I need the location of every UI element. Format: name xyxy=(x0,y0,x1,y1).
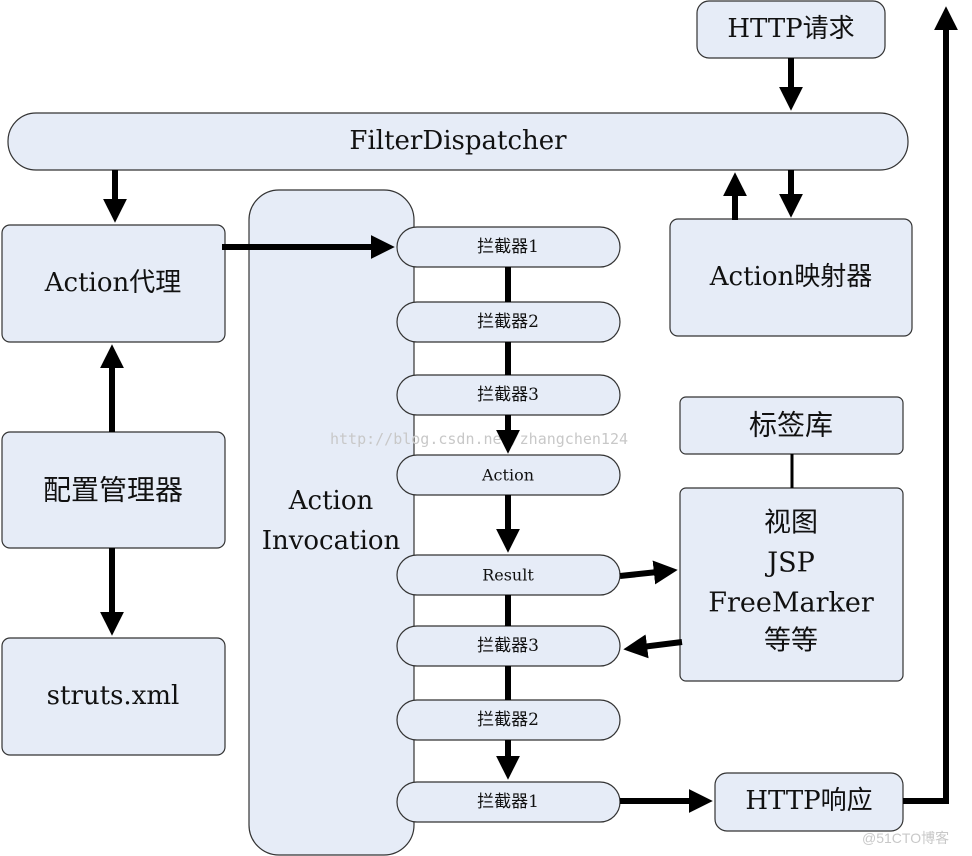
tag-library-node: 标签库 xyxy=(679,396,904,455)
tag-library-label: 标签库 xyxy=(749,409,833,442)
arrow xyxy=(623,634,683,659)
http-request-label: HTTP请求 xyxy=(727,14,854,44)
action-proxy-node: Action代理 xyxy=(1,224,226,343)
svg-text:拦截器3: 拦截器3 xyxy=(477,636,539,656)
view-label-4: 等等 xyxy=(764,626,818,657)
filter-dispatcher-label: FilterDispatcher xyxy=(349,126,567,156)
svg-text:拦截器1: 拦截器1 xyxy=(477,792,539,812)
chain-step: 拦截器1 xyxy=(396,226,621,268)
http-response-label: HTTP响应 xyxy=(745,786,872,816)
action-proxy-label: Action代理 xyxy=(44,268,182,298)
view-label-1: 视图 xyxy=(764,508,818,539)
chain-step: 拦截器2 xyxy=(396,301,621,343)
svg-text:Result: Result xyxy=(482,566,534,585)
struts-xml-node: struts.xml xyxy=(1,637,226,756)
svg-text:拦截器3: 拦截器3 xyxy=(477,385,539,405)
chain-step: Result xyxy=(396,554,621,596)
chain-step: 拦截器1 xyxy=(396,781,621,823)
config-manager-node: 配置管理器 xyxy=(1,431,226,549)
chain-step: Action xyxy=(396,454,621,496)
action-mapper-node: Action映射器 xyxy=(669,218,913,337)
chain-step: 拦截器3 xyxy=(396,625,621,667)
action-mapper-label: Action映射器 xyxy=(709,262,873,292)
struts-xml-label: struts.xml xyxy=(47,681,180,711)
action-invocation-label-2: Invocation xyxy=(262,526,401,556)
site-watermark: @51CTO博客 xyxy=(862,830,949,846)
svg-text:拦截器2: 拦截器2 xyxy=(477,312,539,332)
arrow xyxy=(903,6,958,804)
filter-dispatcher-node: FilterDispatcher xyxy=(7,112,909,171)
action-invocation-label-1: Action xyxy=(288,486,374,516)
action-invocation-node: Action Invocation xyxy=(248,189,415,856)
svg-text:拦截器2: 拦截器2 xyxy=(477,710,539,730)
chain-step: 拦截器2 xyxy=(396,699,621,741)
view-label-3: FreeMarker xyxy=(708,588,874,619)
view-label-2: JSP xyxy=(764,548,815,579)
struts2-architecture-diagram: HTTP请求 FilterDispatcher Action代理 配置管理器 s… xyxy=(1,0,958,856)
svg-text:Action: Action xyxy=(481,466,534,485)
config-manager-label: 配置管理器 xyxy=(43,474,183,507)
arrow xyxy=(619,560,678,585)
blog-watermark: http://blog.csdn.net/zhangchen124 xyxy=(330,430,628,448)
http-request-node: HTTP请求 xyxy=(696,0,886,59)
http-response-node: HTTP响应 xyxy=(714,772,904,832)
svg-text:拦截器1: 拦截器1 xyxy=(477,237,539,257)
view-node: 视图 JSP FreeMarker 等等 xyxy=(679,487,904,682)
chain-step: 拦截器3 xyxy=(396,374,621,416)
